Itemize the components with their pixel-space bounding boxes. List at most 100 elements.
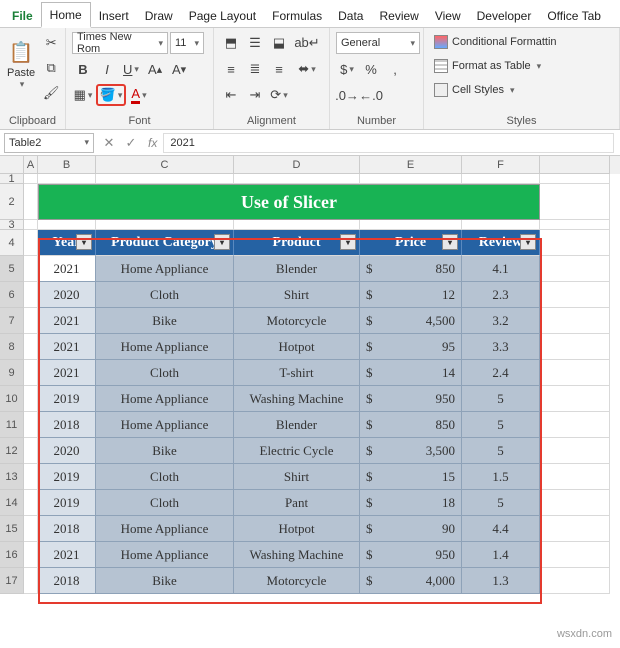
cell-price[interactable]: $950 — [360, 542, 462, 568]
tab-insert[interactable]: Insert — [91, 4, 137, 27]
th-category[interactable]: Product Category▾ — [96, 230, 234, 256]
row-4[interactable]: 4 — [0, 230, 24, 256]
cell-price[interactable]: $12 — [360, 282, 462, 308]
row-10[interactable]: 10 — [0, 386, 24, 412]
enter-icon[interactable]: ✓ — [120, 132, 142, 154]
cell-review[interactable]: 5 — [462, 490, 540, 516]
merge-button[interactable]: ⬌▾ — [292, 58, 322, 80]
cell-review[interactable]: 1.3 — [462, 568, 540, 594]
fill-color-button[interactable]: 🪣▾ — [96, 84, 126, 106]
row-16[interactable]: 16 — [0, 542, 24, 568]
orientation-button[interactable]: ⟳▾ — [268, 84, 290, 106]
cell-category[interactable]: Cloth — [96, 360, 234, 386]
tab-developer[interactable]: Developer — [469, 4, 540, 27]
increase-decimal-button[interactable]: .0→ — [336, 84, 358, 106]
table-row[interactable]: 2018 Home Appliance Hotpot $90 4.4 — [24, 516, 620, 542]
th-year[interactable]: Year▾ — [38, 230, 96, 256]
cell-category[interactable]: Home Appliance — [96, 334, 234, 360]
filter-icon[interactable]: ▾ — [76, 234, 92, 250]
font-size-combo[interactable]: 11▾ — [170, 32, 204, 54]
cell-product[interactable]: Shirt — [234, 464, 360, 490]
cell-year[interactable]: 2019 — [38, 386, 96, 412]
table-row[interactable]: 2018 Home Appliance Blender $850 5 — [24, 412, 620, 438]
cell-category[interactable]: Cloth — [96, 282, 234, 308]
table-row[interactable]: 2021 Cloth T-shirt $14 2.4 — [24, 360, 620, 386]
cell-year[interactable]: 2020 — [38, 282, 96, 308]
col-B[interactable]: B — [38, 156, 96, 174]
cell-product[interactable]: Washing Machine — [234, 386, 360, 412]
format-painter-button[interactable]: 🖌 — [40, 82, 62, 104]
cell-year[interactable]: 2020 — [38, 438, 96, 464]
cell-price[interactable]: $950 — [360, 386, 462, 412]
table-row[interactable]: 2021 Home Appliance Hotpot $95 3.3 — [24, 334, 620, 360]
comma-button[interactable]: , — [384, 58, 406, 80]
number-format-combo[interactable]: General▾ — [336, 32, 420, 54]
italic-button[interactable]: I — [96, 58, 118, 80]
tab-view[interactable]: View — [427, 4, 469, 27]
percent-button[interactable]: % — [360, 58, 382, 80]
cell-product[interactable]: Shirt — [234, 282, 360, 308]
col-F[interactable]: F — [462, 156, 540, 174]
cell-price[interactable]: $3,500 — [360, 438, 462, 464]
cell-product[interactable]: Motorcycle — [234, 568, 360, 594]
cell-year[interactable]: 2018 — [38, 516, 96, 542]
paste-button[interactable]: 📋 Paste ▾ — [6, 32, 36, 98]
row-12[interactable]: 12 — [0, 438, 24, 464]
cut-button[interactable]: ✂ — [40, 32, 62, 54]
cell-year[interactable]: 2021 — [38, 334, 96, 360]
cell-review[interactable]: 1.4 — [462, 542, 540, 568]
row-13[interactable]: 13 — [0, 464, 24, 490]
cell-product[interactable]: Blender — [234, 256, 360, 282]
cells-area[interactable]: Use of Slicer Year▾ Product Category▾ Pr… — [24, 174, 620, 594]
align-left-button[interactable]: ≡ — [220, 58, 242, 80]
row-8[interactable]: 8 — [0, 334, 24, 360]
cell-product[interactable]: Hotpot — [234, 516, 360, 542]
format-as-table-button[interactable]: Format as Table▾ — [432, 56, 543, 76]
currency-button[interactable]: $▾ — [336, 58, 358, 80]
select-all-corner[interactable] — [0, 156, 24, 174]
decrease-decimal-button[interactable]: ←.0 — [360, 84, 382, 106]
cell-year[interactable]: 2021 — [38, 256, 96, 282]
row-2[interactable]: 2 — [0, 184, 24, 220]
tab-formulas[interactable]: Formulas — [264, 4, 330, 27]
cell-price[interactable]: $15 — [360, 464, 462, 490]
table-row[interactable]: 2020 Bike Electric Cycle $3,500 5 — [24, 438, 620, 464]
filter-icon[interactable]: ▾ — [442, 234, 458, 250]
tab-review[interactable]: Review — [371, 4, 426, 27]
cell-review[interactable]: 4.4 — [462, 516, 540, 542]
row-1[interactable]: 1 — [0, 174, 24, 184]
row-15[interactable]: 15 — [0, 516, 24, 542]
cell-price[interactable]: $18 — [360, 490, 462, 516]
tab-data[interactable]: Data — [330, 4, 371, 27]
tab-file[interactable]: File — [4, 4, 41, 27]
cell-category[interactable]: Home Appliance — [96, 256, 234, 282]
cell-price[interactable]: $95 — [360, 334, 462, 360]
wrap-text-button[interactable]: ab↵ — [292, 32, 322, 54]
cell-year[interactable]: 2018 — [38, 568, 96, 594]
cell-category[interactable]: Home Appliance — [96, 386, 234, 412]
cell-review[interactable]: 2.3 — [462, 282, 540, 308]
table-row[interactable]: 2021 Home Appliance Blender $850 4.1 — [24, 256, 620, 282]
table-row[interactable]: 2019 Home Appliance Washing Machine $950… — [24, 386, 620, 412]
tab-draw[interactable]: Draw — [137, 4, 181, 27]
table-row[interactable]: 2020 Cloth Shirt $12 2.3 — [24, 282, 620, 308]
cell-review[interactable]: 3.2 — [462, 308, 540, 334]
table-row[interactable]: 2018 Bike Motorcycle $4,000 1.3 — [24, 568, 620, 594]
tab-home[interactable]: Home — [41, 2, 91, 28]
table-row[interactable]: 2019 Cloth Shirt $15 1.5 — [24, 464, 620, 490]
row-3[interactable]: 3 — [0, 220, 24, 230]
cell-category[interactable]: Bike — [96, 568, 234, 594]
align-right-button[interactable]: ≡ — [268, 58, 290, 80]
cell-price[interactable]: $14 — [360, 360, 462, 386]
cell-category[interactable]: Cloth — [96, 464, 234, 490]
row-5[interactable]: 5 — [0, 256, 24, 282]
cell-price[interactable]: $90 — [360, 516, 462, 542]
cell-review[interactable]: 5 — [462, 386, 540, 412]
underline-button[interactable]: U▾ — [120, 58, 142, 80]
borders-button[interactable]: ▦▾ — [72, 84, 94, 106]
cell-product[interactable]: Hotpot — [234, 334, 360, 360]
grow-font-button[interactable]: A▴ — [144, 58, 166, 80]
filter-icon[interactable]: ▾ — [340, 234, 356, 250]
row-7[interactable]: 7 — [0, 308, 24, 334]
cell-styles-button[interactable]: Cell Styles▾ — [432, 80, 517, 100]
